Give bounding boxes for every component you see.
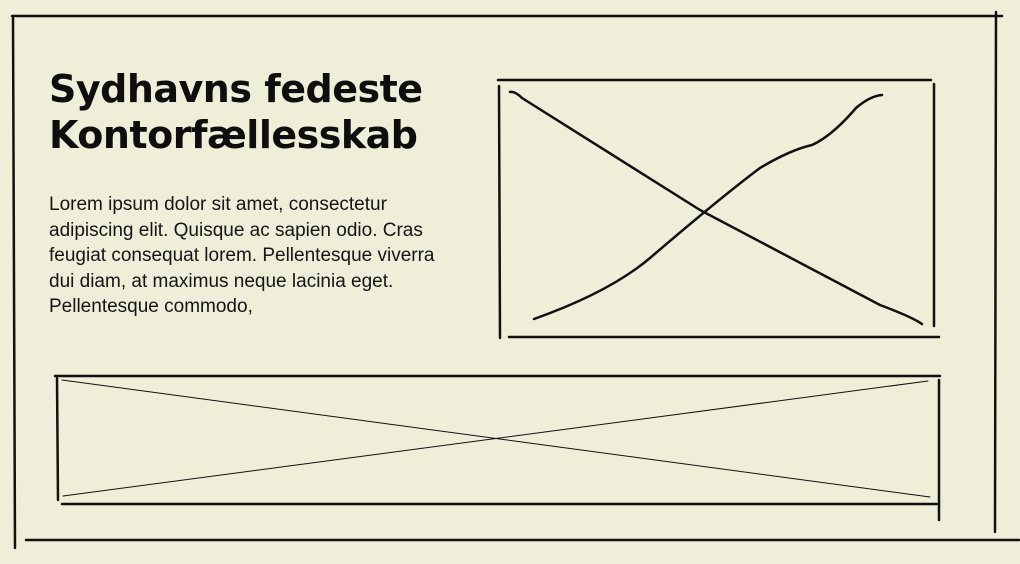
- page-title-line-1: Sydhavns fedeste: [49, 67, 423, 111]
- intro-paragraph: Lorem ipsum dolor sit amet, consectetur …: [49, 194, 435, 317]
- page-title-line-2: Kontorfællesskab: [49, 113, 418, 157]
- page-title: Sydhavns fedeste Kontorfællesskab: [49, 66, 469, 158]
- hero-image-placeholder: [496, 78, 941, 340]
- banner-image-placeholder: [53, 374, 942, 522]
